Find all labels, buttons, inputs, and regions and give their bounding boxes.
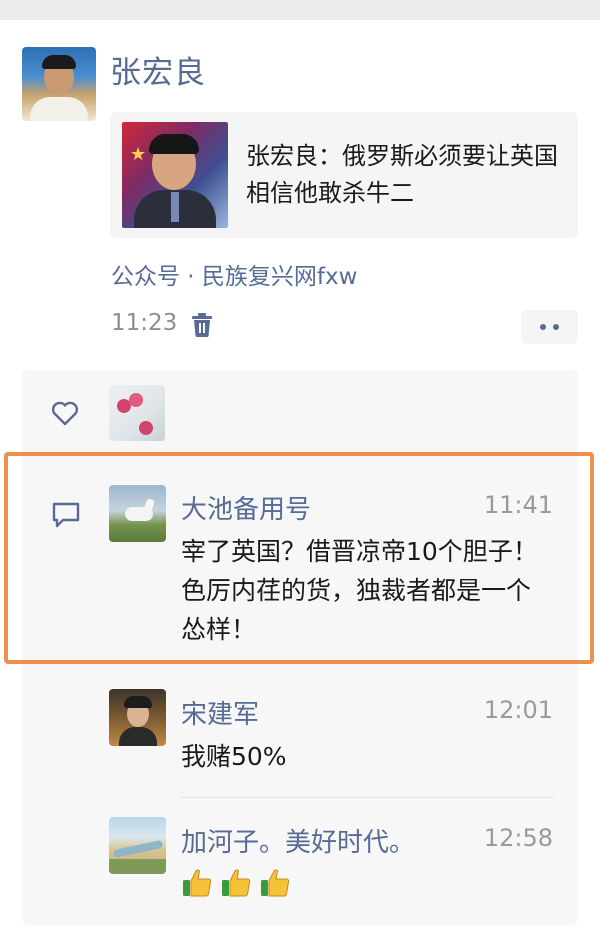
highlight-box <box>4 452 594 664</box>
heart-icon <box>51 401 79 426</box>
thumbs-up-icon <box>222 869 251 897</box>
source-link[interactable]: 公众号 · 民族复兴网fxw <box>111 257 357 291</box>
comment-divider <box>181 797 554 798</box>
thumbs-up-icon <box>183 869 212 897</box>
post-time: 11:23 <box>111 310 178 336</box>
article-thumbnail: ★ <box>122 122 228 228</box>
thumbs-up-icon <box>261 869 290 897</box>
commenter-name[interactable]: 宋建军 <box>181 694 259 731</box>
top-strip <box>0 0 600 20</box>
more-dots-icon <box>540 324 546 330</box>
comment-time: 12:01 <box>483 696 553 724</box>
author-avatar[interactable] <box>22 47 96 121</box>
more-button[interactable] <box>521 310 578 344</box>
trash-icon[interactable] <box>190 312 214 338</box>
comment-text[interactable]: 我赌50% <box>181 737 551 776</box>
shared-article-card[interactable]: ★ 张宏良：俄罗斯必须要让英国相信他敢杀牛二 <box>110 112 578 238</box>
comment-emoji-row <box>181 867 293 903</box>
comment-time: 12:58 <box>483 824 553 852</box>
commenter-name[interactable]: 加河子。美好时代。 <box>181 822 415 859</box>
commenter-avatar[interactable] <box>109 817 166 874</box>
commenter-avatar[interactable] <box>109 689 166 746</box>
author-name[interactable]: 张宏良 <box>110 47 206 92</box>
article-title: 张宏良：俄罗斯必须要让英国相信他敢杀牛二 <box>246 142 558 207</box>
liker-avatar[interactable] <box>109 385 165 441</box>
